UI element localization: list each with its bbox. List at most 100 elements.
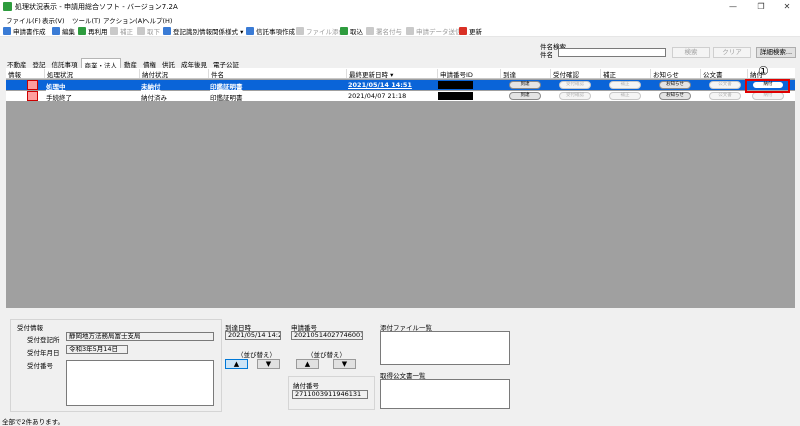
- reception-number-field: [66, 360, 214, 406]
- maximize-button[interactable]: ❐: [748, 0, 774, 13]
- notice-button[interactable]: お知らせ: [659, 92, 691, 100]
- column-status[interactable]: 処理状況: [44, 69, 73, 79]
- column-document[interactable]: 公文書: [700, 69, 723, 79]
- advanced-search-button[interactable]: 詳細検索...: [756, 47, 796, 58]
- info-flag-icon: [27, 80, 38, 90]
- trust-items-button[interactable]: 信託事項作成: [246, 26, 295, 36]
- signature-icon: [366, 26, 374, 35]
- receipt-button[interactable]: 受付確認: [559, 81, 591, 89]
- attach-icon: [296, 26, 304, 35]
- application-sort-down-button[interactable]: ▼: [333, 359, 356, 369]
- category-tabs: 不動産 登記 信託事項 商業・法人 動産 債権 供託 成年後見 電子公証: [4, 58, 242, 70]
- reception-date-field: 令和3年5月14日: [66, 345, 128, 354]
- trust-icon: [246, 26, 254, 35]
- sign-button[interactable]: 署名付与: [366, 26, 402, 36]
- tab-claims[interactable]: 債権: [140, 58, 159, 69]
- grid-header: 情報 処理状況 納付状況 件名 最終更新日時 ▾ 申請番号ID 到達 受付確認 …: [6, 68, 795, 79]
- payment-number-label: 納付番号: [293, 382, 319, 390]
- document-button[interactable]: 公文書: [709, 92, 741, 100]
- annotation-highlight-box: [745, 79, 790, 93]
- registration-forms-dropdown[interactable]: 登記識別情報関係様式 ▾: [163, 26, 243, 36]
- table-row[interactable]: 処理中 未納付 印鑑証明書 2021/05/14 14:51 到達 受付確認 補…: [6, 80, 795, 91]
- pay-button[interactable]: 納付: [752, 92, 784, 100]
- redacted-id: [438, 92, 473, 100]
- status-grid: 情報 処理状況 納付状況 件名 最終更新日時 ▾ 申請番号ID 到達 受付確認 …: [6, 68, 795, 308]
- info-flag-icon: [27, 91, 38, 101]
- reception-heading: 受付情報: [17, 324, 43, 332]
- arrival-sort-down-button[interactable]: ▼: [257, 359, 280, 369]
- correction-button[interactable]: 補正: [110, 26, 133, 36]
- column-updated[interactable]: 最終更新日時 ▾: [346, 69, 436, 79]
- column-application-id[interactable]: 申請番号ID: [437, 69, 473, 79]
- close-button[interactable]: ✕: [774, 0, 800, 13]
- toolbar: 申請書作成 編集 再利用 補正 取下 登記識別情報関係様式 ▾ 信託事項作成 フ…: [0, 24, 800, 37]
- row-payment: 納付済み: [141, 94, 167, 102]
- withdraw-icon: [137, 26, 145, 35]
- arrival-datetime-field: 2021/05/14 14:20: [225, 331, 281, 340]
- column-payment[interactable]: 納付状況: [139, 69, 168, 79]
- withdraw-button[interactable]: 取下: [137, 26, 160, 36]
- column-notice[interactable]: お知らせ: [650, 69, 679, 79]
- correction-row-button[interactable]: 補正: [609, 92, 641, 100]
- clear-button[interactable]: クリア: [713, 47, 751, 58]
- column-receipt[interactable]: 受付確認: [550, 69, 579, 79]
- create-application-button[interactable]: 申請書作成: [3, 26, 46, 36]
- table-row[interactable]: 手続終了 納付済み 印鑑証明書 2021/04/07 21:18 到達 受付確認…: [6, 91, 795, 102]
- reuse-button[interactable]: 再利用: [78, 26, 108, 36]
- application-sort-up-button[interactable]: ▲: [296, 359, 319, 369]
- tab-movables[interactable]: 動産: [121, 58, 140, 69]
- arrival-button[interactable]: 到達: [509, 81, 541, 89]
- window-title: 処理状況表示 - 申請用総合ソフト - バージョン7.2A: [15, 3, 178, 11]
- refresh-button[interactable]: 更新: [459, 26, 482, 36]
- application-number-field: 20210514027746001: [291, 331, 363, 340]
- tab-deposit[interactable]: 供託: [159, 58, 178, 69]
- row-updated: 2021/05/14 14:51: [348, 81, 412, 89]
- office-label: 受付登記所: [27, 336, 60, 344]
- document-new-icon: [3, 26, 11, 35]
- edit-icon: [52, 26, 60, 35]
- arrival-sort-label: （並び替え）: [237, 351, 276, 359]
- subject-search-input[interactable]: [558, 48, 666, 57]
- tab-notary[interactable]: 電子公証: [210, 58, 242, 69]
- attachments-list[interactable]: [380, 331, 510, 365]
- app-icon: [3, 2, 12, 11]
- refresh-icon: [459, 26, 467, 35]
- minimize-button[interactable]: —: [720, 0, 746, 13]
- column-correction[interactable]: 補正: [600, 69, 616, 79]
- column-subject[interactable]: 件名: [208, 69, 224, 79]
- details-panel: 受付情報 受付登記所 静岡地方法務局富士支局 受付年月日 令和3年5月14日 受…: [6, 312, 795, 414]
- application-sort-label: （並び替え）: [307, 351, 346, 359]
- column-arrival[interactable]: 到達: [500, 69, 516, 79]
- notice-button[interactable]: お知らせ: [659, 81, 691, 89]
- arrival-button[interactable]: 到達: [509, 92, 541, 100]
- arrival-sort-up-button[interactable]: ▲: [225, 359, 248, 369]
- redacted-id: [438, 81, 473, 89]
- row-payment: 未納付: [141, 83, 161, 91]
- document-button[interactable]: 公文書: [709, 81, 741, 89]
- subject-label: 件名: [540, 51, 553, 59]
- menu-bar: ファイル(F) 表示(V) ツール(T) アクション(A) ヘルプ(H): [0, 13, 800, 25]
- annotation-marker: ①: [758, 64, 769, 78]
- tab-trust[interactable]: 信託事項: [49, 58, 81, 69]
- tab-commercial-corporate[interactable]: 商業・法人: [80, 58, 121, 70]
- search-button[interactable]: 検索: [672, 47, 710, 58]
- reuse-icon: [78, 26, 86, 35]
- row-status: 手続終了: [46, 94, 72, 102]
- column-info[interactable]: 情報: [6, 69, 21, 79]
- office-field: 静岡地方法務局富士支局: [66, 332, 214, 341]
- tab-registration[interactable]: 登記: [30, 58, 49, 69]
- tab-real-estate[interactable]: 不動産: [4, 58, 30, 69]
- receipt-button[interactable]: 受付確認: [559, 92, 591, 100]
- correction-icon: [110, 26, 118, 35]
- payment-number-field: 2711003911946131: [292, 390, 368, 399]
- correction-row-button[interactable]: 補正: [609, 81, 641, 89]
- import-icon: [340, 26, 348, 35]
- documents-list[interactable]: [380, 379, 510, 409]
- payment-number-group: 納付番号 2711003911946131: [288, 376, 375, 410]
- attach-file-button[interactable]: ファイル添付: [296, 26, 345, 36]
- row-subject: 印鑑証明書: [210, 83, 243, 91]
- edit-button[interactable]: 編集: [52, 26, 75, 36]
- tab-guardianship[interactable]: 成年後見: [178, 58, 210, 69]
- import-button[interactable]: 取込: [340, 26, 363, 36]
- send-data-button[interactable]: 申請データ送信: [406, 26, 462, 36]
